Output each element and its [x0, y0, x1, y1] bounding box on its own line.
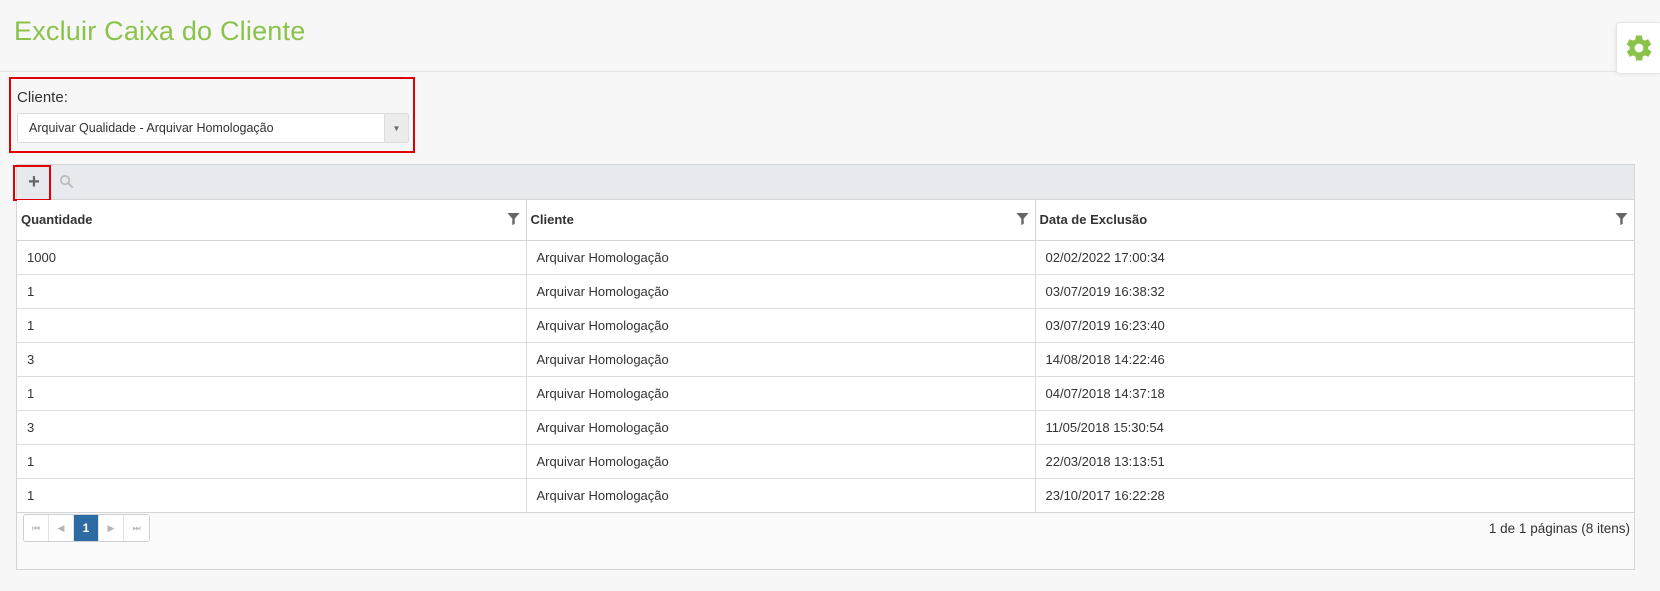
page-1-button[interactable]: 1 — [74, 515, 99, 541]
cell-cliente: Arquivar Homologação — [526, 410, 1036, 445]
cell-cliente: Arquivar Homologação — [526, 274, 1036, 309]
title-divider — [0, 71, 1660, 72]
table-row[interactable]: 1000 Arquivar Homologação 02/02/2022 17:… — [17, 240, 1634, 275]
plus-icon: + — [28, 171, 40, 193]
cell-data-exclusao: 22/03/2018 13:13:51 — [1035, 444, 1634, 479]
cell-quantidade: 3 — [17, 410, 527, 445]
page-title: Excluir Caixa do Cliente — [14, 16, 306, 46]
pagination-summary: 1 de 1 páginas (8 itens) — [1488, 521, 1630, 536]
column-header-label: Quantidade — [21, 212, 93, 228]
table-row[interactable]: 3 Arquivar Homologação 11/05/2018 15:30:… — [17, 410, 1634, 445]
cell-data-exclusao: 03/07/2019 16:38:32 — [1035, 274, 1634, 309]
pagination: ⏮ ◀ 1 ▶ ⏭ — [23, 514, 150, 542]
cell-quantidade: 1 — [17, 444, 527, 479]
cell-quantidade: 1 — [17, 308, 527, 343]
prev-page-button[interactable]: ◀ — [49, 515, 74, 541]
cell-quantidade: 1 — [17, 376, 527, 411]
chevron-down-icon[interactable]: ▼ — [384, 114, 408, 142]
filter-icon[interactable] — [1615, 213, 1628, 225]
table-header-row: Quantidade Cliente Data de Exclusão — [17, 200, 1634, 241]
last-page-button[interactable]: ⏭ — [124, 515, 149, 541]
cell-cliente: Arquivar Homologação — [526, 478, 1036, 513]
cell-quantidade: 3 — [17, 342, 527, 377]
client-select-value: Arquivar Qualidade - Arquivar Homologaçã… — [29, 121, 274, 135]
cell-quantidade: 1 — [17, 274, 527, 309]
search-icon — [60, 175, 74, 189]
table-row[interactable]: 1 Arquivar Homologação 23/10/2017 16:22:… — [17, 478, 1634, 513]
grid-toolbar: + — [13, 165, 1634, 201]
data-grid: + Quantidade Cliente Data de Exclusão 10… — [13, 164, 1635, 570]
table-row[interactable]: 1 Arquivar Homologação 03/07/2019 16:38:… — [17, 274, 1634, 309]
cell-quantidade: 1 — [17, 478, 527, 513]
table-row[interactable]: 1 Arquivar Homologação 22/03/2018 13:13:… — [17, 444, 1634, 479]
cell-data-exclusao: 23/10/2017 16:22:28 — [1035, 478, 1634, 513]
cell-quantidade: 1000 — [17, 240, 527, 275]
cell-cliente: Arquivar Homologação — [526, 240, 1036, 275]
cell-data-exclusao: 11/05/2018 15:30:54 — [1035, 410, 1634, 445]
cell-data-exclusao: 03/07/2019 16:23:40 — [1035, 308, 1634, 343]
cell-data-exclusao: 02/02/2022 17:00:34 — [1035, 240, 1634, 275]
column-header-label: Cliente — [530, 212, 574, 228]
table-row[interactable]: 1 Arquivar Homologação 03/07/2019 16:23:… — [17, 308, 1634, 343]
next-page-button[interactable]: ▶ — [99, 515, 124, 541]
cell-data-exclusao: 04/07/2018 14:37:18 — [1035, 376, 1634, 411]
gear-icon — [1626, 35, 1651, 61]
filter-icon[interactable] — [1016, 213, 1029, 225]
cell-data-exclusao: 14/08/2018 14:22:46 — [1035, 342, 1634, 377]
search-button[interactable] — [59, 174, 77, 192]
client-filter-highlight: Cliente: Arquivar Qualidade - Arquivar H… — [9, 77, 415, 153]
add-button[interactable]: + — [21, 170, 47, 195]
column-header-label: Data de Exclusão — [1039, 212, 1148, 228]
cell-cliente: Arquivar Homologação — [526, 376, 1036, 411]
client-select[interactable]: Arquivar Qualidade - Arquivar Homologaçã… — [17, 113, 409, 143]
cell-cliente: Arquivar Homologação — [526, 308, 1036, 343]
table-row[interactable]: 1 Arquivar Homologação 04/07/2018 14:37:… — [17, 376, 1634, 411]
column-header-quantidade[interactable]: Quantidade — [17, 200, 527, 241]
client-label: Cliente: — [17, 89, 68, 106]
filter-icon[interactable] — [507, 213, 520, 225]
column-header-data-exclusao[interactable]: Data de Exclusão — [1035, 200, 1634, 241]
cell-cliente: Arquivar Homologação — [526, 444, 1036, 479]
column-header-cliente[interactable]: Cliente — [526, 200, 1036, 241]
settings-button[interactable] — [1616, 22, 1660, 74]
first-page-button[interactable]: ⏮ — [24, 515, 49, 541]
cell-cliente: Arquivar Homologação — [526, 342, 1036, 377]
data-table: Quantidade Cliente Data de Exclusão 1000… — [17, 200, 1634, 513]
table-row[interactable]: 3 Arquivar Homologação 14/08/2018 14:22:… — [17, 342, 1634, 377]
